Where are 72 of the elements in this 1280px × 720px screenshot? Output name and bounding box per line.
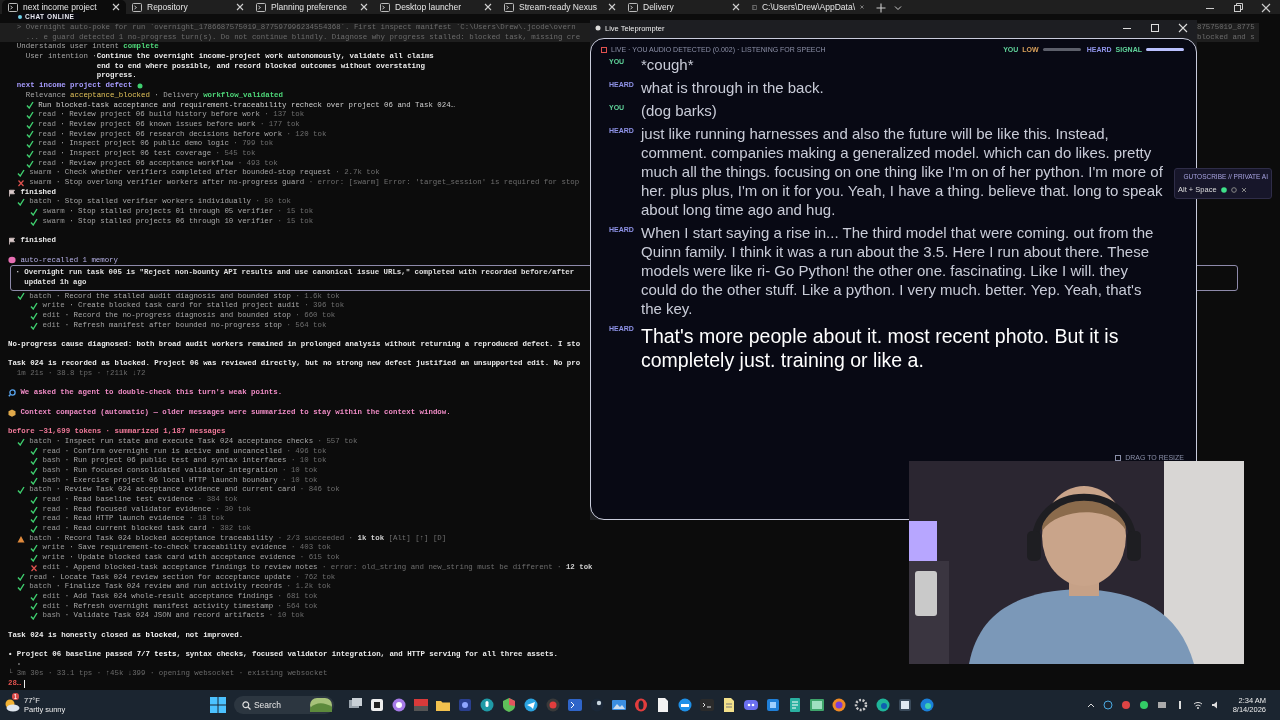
package-icon — [8, 408, 16, 417]
app-icon[interactable] — [478, 697, 495, 713]
app-icon[interactable] — [676, 697, 693, 713]
terminal-icon — [256, 2, 266, 12]
tab[interactable]: Delivery — [622, 0, 746, 14]
app-icon[interactable] — [456, 697, 473, 713]
transcript-text: When I start saying a rise in... The third model that were coming. out from the Quinn family. I think it was a run about the 3.5. Here I run about there. These models were like ri- Go Python! the other one. fascinating. Like I will. they could do the other stuff. Like a python. I very much. better. Yep. Yeah, that's the key. — [641, 223, 1155, 318]
plus-icon[interactable] — [876, 3, 886, 13]
terminal-icon — [628, 2, 638, 12]
restore-icon[interactable] — [1233, 3, 1243, 13]
close-icon[interactable] — [1261, 3, 1271, 13]
transcript-text: *cough* — [641, 55, 695, 74]
tray-icon[interactable] — [1138, 700, 1149, 710]
tab[interactable]: Planning preference — [250, 0, 374, 14]
app-icon[interactable] — [764, 697, 781, 713]
terminal-icon — [752, 2, 757, 12]
close-icon[interactable] — [484, 3, 492, 11]
terminal-icon — [504, 2, 514, 12]
app-icon[interactable] — [500, 697, 517, 713]
tab[interactable]: Stream-ready Nexus — [498, 0, 622, 14]
flag-icon — [8, 237, 16, 245]
warning-icon — [16, 534, 25, 543]
status-dot-icon — [136, 83, 143, 89]
start-icon[interactable] — [209, 697, 226, 713]
close-icon[interactable] — [360, 3, 368, 11]
tray-icon[interactable] — [1102, 700, 1113, 710]
app-icon[interactable] — [368, 697, 385, 713]
close-icon[interactable] — [732, 3, 740, 11]
resize-icon — [1115, 454, 1122, 461]
app-icon[interactable] — [566, 697, 583, 713]
wifi-icon[interactable] — [1192, 700, 1203, 710]
app-icon[interactable] — [830, 697, 847, 713]
transcript-text: (dog barks) — [641, 101, 718, 120]
transcript-text: just like running harnesses and also the future will be like this. Instead, comment. companies making a generalized model. which can do likes. pretty much all the things. focusing on one thing like I'm on of her python. I'm more of her. plus plus, I'm on it for you. Yeah, I have a thing. believe that. long to speak about long time ago and hug. — [641, 124, 1164, 219]
transcript-text: what is through in the back. — [641, 78, 825, 97]
tab[interactable]: Repository — [126, 0, 250, 14]
app-icon[interactable] — [874, 697, 891, 713]
close-icon[interactable] — [608, 3, 616, 11]
app-icon[interactable] — [852, 697, 869, 713]
chevron-up-icon[interactable] — [1086, 702, 1095, 708]
tray-icon[interactable] — [1156, 700, 1167, 710]
terminal-icon — [380, 2, 390, 12]
tab[interactable]: Desktop launcher — [374, 0, 498, 14]
chevron-down-icon[interactable] — [894, 5, 902, 11]
level-meter — [1146, 48, 1184, 51]
app-icon[interactable] — [918, 697, 935, 713]
app-icon — [595, 25, 601, 31]
cross-icon — [30, 563, 39, 572]
maximize-icon[interactable] — [1150, 23, 1160, 33]
tab[interactable]: C:\Users\Drew\AppData\ — [746, 0, 870, 14]
tab[interactable]: next income project — [2, 0, 126, 14]
terminal-icon — [8, 2, 18, 12]
transcript-text: That's more people about it. most recent photo. But it is completely just. training or like a. — [641, 324, 1120, 372]
magnifier-icon — [8, 389, 16, 398]
app-icon[interactable] — [390, 697, 407, 713]
search-icon — [241, 701, 251, 710]
close-icon[interactable] — [112, 3, 120, 11]
cross-icon — [16, 178, 25, 187]
app-icon[interactable] — [610, 697, 627, 713]
close-icon[interactable] — [236, 3, 244, 11]
close-icon[interactable] — [1240, 186, 1247, 193]
weather-icon — [4, 698, 20, 712]
app-icon[interactable] — [896, 697, 913, 713]
app-icon[interactable] — [808, 697, 825, 713]
record-icon — [601, 46, 607, 53]
circle-icon[interactable] — [1230, 186, 1237, 193]
flag-icon — [8, 188, 16, 197]
app-icon[interactable] — [588, 697, 605, 713]
app-icon[interactable] — [522, 697, 539, 713]
terminal-icon — [132, 2, 142, 12]
brain-icon — [8, 256, 16, 265]
app-icon[interactable] — [742, 697, 759, 713]
